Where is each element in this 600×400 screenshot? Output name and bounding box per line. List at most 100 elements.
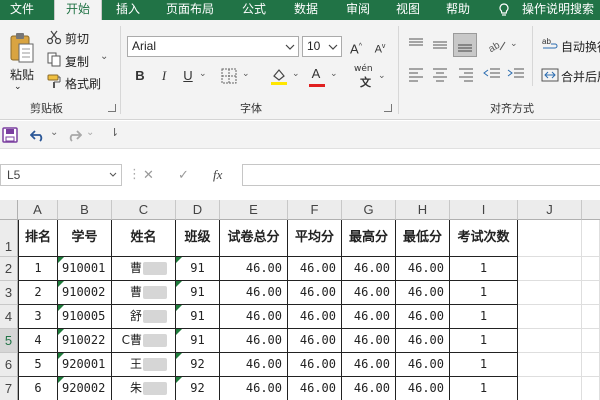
- cell-rank[interactable]: 6: [18, 377, 58, 400]
- tab-insert[interactable]: 插入: [108, 0, 148, 20]
- orientation-dropdown-icon[interactable]: ⌄: [510, 39, 518, 49]
- chevron-down-icon[interactable]: [282, 37, 298, 56]
- empty-cell[interactable]: [582, 257, 600, 281]
- chevron-down-icon[interactable]: [108, 171, 118, 179]
- column-header[interactable]: I: [450, 200, 518, 220]
- cell-name[interactable]: 舒: [112, 305, 176, 329]
- customize-qat-icon[interactable]: ⇂: [110, 126, 119, 139]
- italic-button[interactable]: I: [154, 66, 174, 86]
- empty-cell[interactable]: [518, 329, 582, 353]
- font-color-dropdown-icon[interactable]: ⌄: [330, 69, 338, 79]
- header-cell-count[interactable]: 考试次数: [450, 220, 518, 257]
- column-header[interactable]: H: [396, 200, 450, 220]
- enter-icon[interactable]: ✓: [178, 168, 189, 183]
- empty-cell[interactable]: [518, 305, 582, 329]
- cell-count[interactable]: 1: [450, 329, 518, 353]
- empty-cell[interactable]: [518, 353, 582, 377]
- copy-dropdown-icon[interactable]: ⌄: [100, 51, 108, 62]
- cell-total[interactable]: 46.00: [220, 281, 288, 305]
- column-header[interactable]: F: [288, 200, 342, 220]
- empty-cell[interactable]: [582, 353, 600, 377]
- underline-dropdown-icon[interactable]: ⌄: [199, 69, 207, 79]
- empty-cell[interactable]: [518, 220, 582, 257]
- cell-average[interactable]: 46.00: [288, 305, 342, 329]
- cell-min[interactable]: 46.00: [396, 281, 450, 305]
- cell-class[interactable]: 91: [176, 329, 220, 353]
- cell-class[interactable]: 91: [176, 305, 220, 329]
- row-header[interactable]: 3: [0, 281, 18, 305]
- column-header[interactable]: A: [18, 200, 58, 220]
- cell-student-id[interactable]: 910001: [58, 257, 112, 281]
- paste-dropdown-icon[interactable]: ⌄: [14, 82, 22, 92]
- column-header[interactable]: B: [58, 200, 112, 220]
- cell-total[interactable]: 46.00: [220, 377, 288, 400]
- tab-help[interactable]: 帮助: [438, 0, 478, 20]
- cell-count[interactable]: 1: [450, 377, 518, 400]
- paste-icon[interactable]: [8, 32, 36, 64]
- wrap-text-button[interactable]: 自动换行: [561, 38, 600, 55]
- format-painter-button[interactable]: 格式刷: [65, 75, 101, 92]
- tab-view[interactable]: 视图: [390, 0, 426, 20]
- row-header-selected[interactable]: 5: [0, 329, 18, 353]
- header-cell-id[interactable]: 学号: [58, 220, 112, 257]
- shrink-font-button[interactable]: Av: [370, 37, 390, 57]
- align-left-icon[interactable]: [406, 65, 426, 83]
- cell-min[interactable]: 46.00: [396, 377, 450, 400]
- tab-page-layout[interactable]: 页面布局: [160, 0, 220, 20]
- align-bottom-button[interactable]: [453, 33, 477, 57]
- row-header[interactable]: 6: [0, 353, 18, 377]
- increase-indent-icon[interactable]: [506, 65, 526, 83]
- tab-review[interactable]: 审阅: [338, 0, 378, 20]
- phonetic-button[interactable]: wén: [354, 64, 373, 74]
- row-header[interactable]: 4: [0, 305, 18, 329]
- font-launcher-icon[interactable]: [384, 104, 392, 112]
- cell-total[interactable]: 46.00: [220, 305, 288, 329]
- empty-cell[interactable]: [582, 281, 600, 305]
- empty-cell[interactable]: [582, 329, 600, 353]
- undo-dropdown-icon[interactable]: ⌄: [50, 127, 58, 138]
- redo-dropdown-icon[interactable]: ⌄: [86, 127, 94, 138]
- grow-font-button[interactable]: A^: [346, 37, 366, 57]
- font-name-combo[interactable]: Arial: [127, 36, 299, 57]
- row-header[interactable]: 7: [0, 377, 18, 400]
- empty-cell[interactable]: [518, 257, 582, 281]
- cell-total[interactable]: 46.00: [220, 353, 288, 377]
- cell-name[interactable]: 曹: [112, 281, 176, 305]
- chevron-down-icon[interactable]: [325, 37, 341, 56]
- name-box[interactable]: L5: [0, 164, 122, 186]
- cell-min[interactable]: 46.00: [396, 353, 450, 377]
- cut-button[interactable]: 剪切: [65, 30, 89, 47]
- cell-student-id[interactable]: 910005: [58, 305, 112, 329]
- column-header[interactable]: C: [112, 200, 176, 220]
- phonetic-dropdown-icon[interactable]: ⌄: [378, 71, 386, 81]
- tab-formulas[interactable]: 公式: [236, 0, 272, 20]
- tell-me-search[interactable]: 操作说明搜索: [522, 0, 600, 20]
- decrease-indent-icon[interactable]: [482, 65, 502, 83]
- cell-max[interactable]: 46.00: [342, 305, 396, 329]
- cell-student-id[interactable]: 910022: [58, 329, 112, 353]
- cell-average[interactable]: 46.00: [288, 257, 342, 281]
- undo-icon[interactable]: [30, 127, 46, 143]
- cell-rank[interactable]: 4: [18, 329, 58, 353]
- cell-class[interactable]: 91: [176, 257, 220, 281]
- header-cell-name[interactable]: 姓名: [112, 220, 176, 257]
- cell-class[interactable]: 92: [176, 353, 220, 377]
- cell-rank[interactable]: 3: [18, 305, 58, 329]
- row-header[interactable]: 2: [0, 257, 18, 281]
- header-cell-class[interactable]: 班级: [176, 220, 220, 257]
- cell-rank[interactable]: 1: [18, 257, 58, 281]
- header-cell-max[interactable]: 最高分: [342, 220, 396, 257]
- insert-function-icon[interactable]: fx: [213, 167, 222, 183]
- cell-count[interactable]: 1: [450, 353, 518, 377]
- header-cell-rank[interactable]: 排名: [18, 220, 58, 257]
- cell-count[interactable]: 1: [450, 257, 518, 281]
- cell-name[interactable]: 曹: [112, 257, 176, 281]
- align-middle-icon[interactable]: [430, 36, 450, 54]
- bold-button[interactable]: B: [130, 66, 150, 86]
- column-header[interactable]: D: [176, 200, 220, 220]
- redo-icon[interactable]: [66, 127, 82, 143]
- cancel-icon[interactable]: ✕: [143, 168, 154, 183]
- cell-min[interactable]: 46.00: [396, 329, 450, 353]
- align-right-icon[interactable]: [456, 65, 476, 83]
- column-header[interactable]: J: [518, 200, 582, 220]
